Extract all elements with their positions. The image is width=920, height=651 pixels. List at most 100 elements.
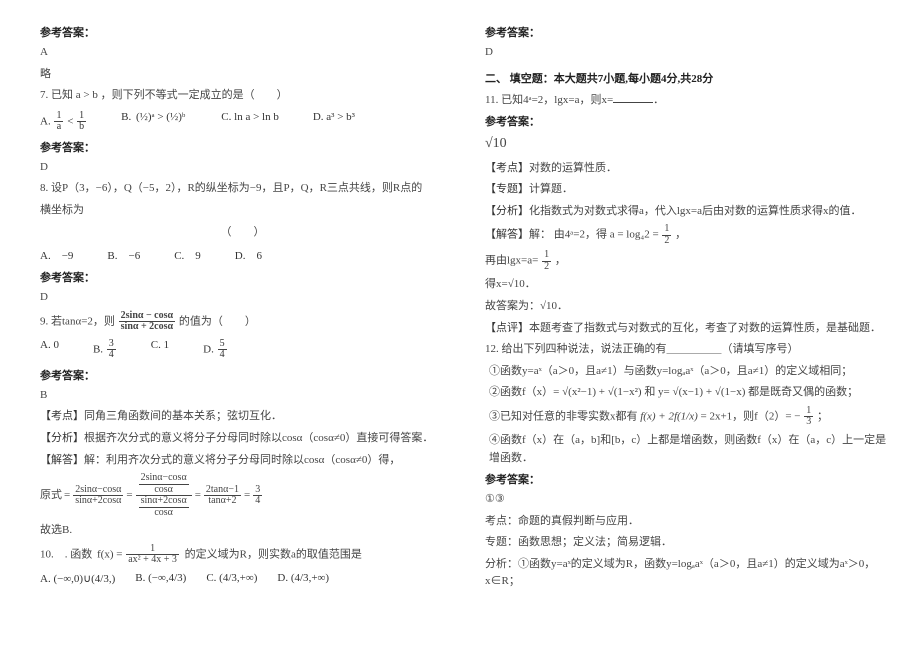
q8-stem2: 横坐标为 bbox=[40, 202, 445, 220]
answer-ref-heading: 参考答案： bbox=[40, 139, 445, 155]
right-column: 参考答案： D 二、 填空题：本大题共7小题,每小题4分,共28分 11. 已知… bbox=[485, 20, 890, 595]
q7-choice-d: D. a³ > b³ bbox=[313, 111, 355, 133]
q10-choice-d: D. (4/3,+∞) bbox=[277, 572, 329, 585]
comma: ， bbox=[675, 229, 686, 241]
q6-brief: 略 bbox=[40, 66, 445, 84]
comma: ， bbox=[555, 255, 566, 267]
page: 参考答案： A 略 7. 已知 a > b ，则下列不等式一定成立的是（ ） A… bbox=[0, 0, 920, 615]
choice-mid: 4/3 bbox=[223, 572, 237, 584]
q7-c-label: C. bbox=[221, 111, 231, 123]
tag-dianping: 【点评】 bbox=[485, 322, 529, 334]
choice-label: C. bbox=[206, 572, 216, 584]
tag-kaodian: 【考点】 bbox=[40, 410, 84, 422]
q12-o2-a: √(x²−1) + √(1−x²) bbox=[562, 386, 641, 398]
q6-answer: A bbox=[40, 44, 445, 62]
tag-jieda: 【解答】 bbox=[485, 229, 529, 241]
q12-kaodian: 考点：命题的真假判断与应用． bbox=[485, 513, 890, 531]
choice-mid: 4/3 bbox=[169, 572, 183, 584]
q12-o3-pre: ③已知对任意的非零实数x都有 bbox=[489, 410, 638, 422]
jie-label: 解： bbox=[529, 229, 551, 241]
equals-sign: = bbox=[244, 487, 250, 505]
q10-func-wrap: f(x) = bbox=[97, 548, 125, 560]
q7-b-expr: (½)ᵃ > (½)ᵇ bbox=[136, 111, 185, 123]
answer-ref-heading: 参考答案： bbox=[40, 367, 445, 383]
q11-gudaan-val: √10 bbox=[540, 300, 557, 312]
q7-c-expr: ln a > ln b bbox=[234, 111, 279, 123]
q8-choice-b: B. −6 bbox=[107, 247, 140, 263]
q12-fenxi: 分析：①函数y=aˣ的定义域为R，函数y=logₐaˣ（a＞0，且a≠1）的定义… bbox=[485, 556, 890, 591]
tag-zhuanti-plain: 专题： bbox=[485, 536, 518, 548]
q11-fenxi-text: 化指数式为对数式求得a，代入lgx=a后由对数的运算性质求得x的值． bbox=[529, 205, 862, 217]
frac-den: sinα+2cosα bbox=[73, 496, 123, 507]
q9-stem: 9. 若tanα=2，则 2sinα − cosα sinα + 2cosα 的… bbox=[40, 311, 445, 333]
q11-stem: 11. 已知4ᵃ=2，lgx=a，则x=． bbox=[485, 92, 890, 110]
answer-ref-heading: 参考答案： bbox=[485, 471, 890, 487]
left-column: 参考答案： A 略 7. 已知 a > b ，则下列不等式一定成立的是（ ） A… bbox=[40, 20, 445, 595]
q8-paren: （ ） bbox=[40, 224, 445, 242]
frac-den: sinα + 2cosα bbox=[119, 322, 175, 333]
q8-answer: D bbox=[40, 289, 445, 307]
tag-zhuanti: 【专题】 bbox=[485, 183, 529, 195]
q12-option-4: ④函数f（x）在（a，b]和[b，c）上都是增函数，则函数f（x）在（a，c）上… bbox=[485, 432, 890, 467]
choice-end: ) bbox=[112, 573, 116, 585]
q10-stem: 10. . 函数 f(x) = 1 ax² + 4x + 3 的定义域为R，则实… bbox=[40, 544, 445, 566]
q9-d-label: D. bbox=[203, 343, 214, 355]
q12-o2-b: √(x−1) + √(1−x) bbox=[673, 386, 746, 398]
q11-dianping: 【点评】本题考查了指数式与对数式的互化，考查了对数的运算性质，是基础题． bbox=[485, 320, 890, 338]
frac-den: b bbox=[77, 122, 86, 133]
yuanshi-label: 原式 bbox=[40, 487, 62, 505]
q9-choice-b: B. 34 bbox=[93, 339, 117, 361]
q11-jieda-pre: 由4ᵃ=2，得 bbox=[554, 229, 607, 241]
frac-den: 4 bbox=[253, 496, 262, 507]
q11-dex-text: 得x= bbox=[485, 278, 508, 290]
q7-stem: 7. 已知 a > b ，则下列不等式一定成立的是（ ） bbox=[40, 87, 445, 105]
q7-d-label: D. bbox=[313, 111, 324, 123]
q8-stem1: 8. 设P（3，−6），Q（−5，2），R的纵坐标为−9，且P，Q，R三点共线，… bbox=[40, 180, 445, 198]
equals-sign: = bbox=[64, 487, 70, 505]
tag-kaodian: 【考点】 bbox=[485, 162, 529, 174]
q9-fenxi-text: 根据齐次分式的意义将分子分母同时除以cosα（cosα≠0）直接可得答案． bbox=[84, 432, 433, 444]
q9-chain: 原式 = 2sinα−cosα sinα+2cosα = 2sinα−cosα … bbox=[40, 473, 445, 518]
q7-choices: A. 1a < 1b B. (½)ᵃ > (½)ᵇ C. ln a > ln b… bbox=[40, 111, 445, 133]
q12-o2-mid: 和 y= bbox=[644, 386, 672, 398]
q8-choice-c: C. 9 bbox=[174, 247, 201, 263]
frac-den: 2 bbox=[542, 262, 551, 273]
q9-kaodian-text: 同角三角函数间的基本关系；弦切互化． bbox=[84, 410, 282, 422]
tag-fenxi-plain: 分析： bbox=[485, 558, 518, 570]
q11-jieda: 【解答】解： 由4ᵃ=2，得 a = log₄2 = 12 ， bbox=[485, 224, 890, 246]
q10-choices: A. (−∞,0)∪(4/3,) B. (−∞,4/3) C. (4/3,+∞)… bbox=[40, 572, 445, 585]
q12-o2-post: 都是既奇又偶的函数； bbox=[748, 386, 858, 398]
nested-frac-den: sinα+2cosα cosα bbox=[136, 496, 192, 518]
choice-end: ,+∞) bbox=[309, 572, 329, 584]
q9-jieda-pre-text: 解：利用齐次分式的意义将分子分母同时除以cosα（cosα≠0）得， bbox=[84, 454, 400, 466]
q12-answer: ①③ bbox=[485, 491, 890, 509]
q7-d-expr: a³ > b³ bbox=[326, 111, 355, 123]
frac-den: 3 bbox=[804, 417, 813, 428]
q9-jieda-pre: 【解答】解：利用齐次分式的意义将分子分母同时除以cosα（cosα≠0）得， bbox=[40, 452, 445, 470]
choice-mid: 4/3 bbox=[295, 572, 309, 584]
q11-dex-val: √10 bbox=[508, 278, 525, 290]
fill-blank bbox=[613, 92, 653, 103]
q10-choice-a: A. (−∞,0)∪(4/3,) bbox=[40, 572, 115, 585]
equals-sign: = bbox=[195, 487, 201, 505]
q9-kaodian: 【考点】同角三角函数间的基本关系；弦切互化． bbox=[40, 408, 445, 426]
q9-conclusion: 故选B. bbox=[40, 522, 445, 540]
q10-stem-post: 的定义域为R，则实数a的取值范围是 bbox=[185, 548, 362, 560]
period: ． bbox=[525, 278, 536, 290]
frac-den: 4 bbox=[107, 350, 116, 361]
frac-den: tanα+2 bbox=[204, 496, 241, 507]
q8-choices: A. −9 B. −6 C. 9 D. 6 bbox=[40, 247, 445, 263]
q12-o3-expr: f(x) + 2f(1/x) bbox=[640, 410, 698, 422]
answer-ref-heading: 参考答案： bbox=[485, 24, 890, 40]
q10-choice-b: B. (−∞,4/3) bbox=[135, 572, 186, 585]
q11-answer: √10 bbox=[485, 133, 890, 155]
frac-den: 2 bbox=[662, 236, 671, 247]
equals-sign: = bbox=[126, 487, 132, 505]
q12-option-3: ③已知对任意的非零实数x都有 f(x) + 2f(1/x) = 2x+1，则f（… bbox=[485, 406, 890, 428]
q10-stem-pre: 10. . 函数 bbox=[40, 548, 92, 560]
section-2-title: 二、 填空题：本大题共7小题,每小题4分,共28分 bbox=[485, 70, 890, 86]
choice-body: (−∞, bbox=[148, 572, 168, 584]
choice-body: (−∞,0)∪(4/3, bbox=[53, 573, 111, 585]
q7-choice-c: C. ln a > ln b bbox=[221, 111, 279, 133]
q9-answer: B bbox=[40, 387, 445, 405]
